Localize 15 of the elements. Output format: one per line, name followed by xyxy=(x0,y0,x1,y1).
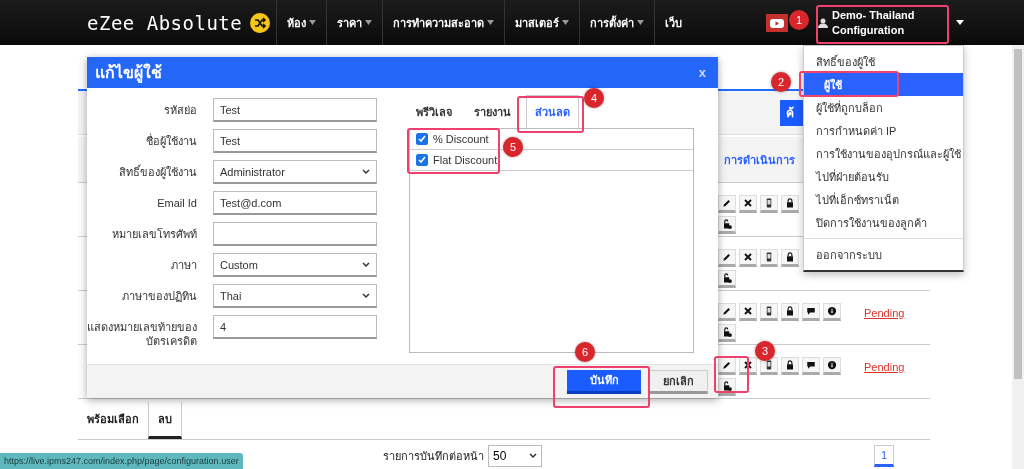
field-label: ภาษา xyxy=(170,258,197,272)
dialog-title: แก้ไขผู้ใช้ xyxy=(95,62,162,85)
field-label: ชื่อผู้ใช้งาน xyxy=(145,132,197,148)
field-label: ภาษาของปฏิทิน xyxy=(121,289,197,303)
checkbox-label: % Discount xyxy=(433,133,489,145)
checkbox-label: Flat Discount xyxy=(433,154,498,166)
field-label: แสดงหมายเลขท้ายของบัตรเครดิต xyxy=(87,320,197,348)
field-label: Email Id xyxy=(156,196,197,210)
per-page-label: รายการบันทึกต่อหน้า xyxy=(383,449,484,464)
field-label: หมายเลขโทรศัพท์ xyxy=(111,227,197,241)
field-label: รหัสย่อ xyxy=(163,103,197,117)
step-number-badge: 2 xyxy=(771,72,791,92)
field-label: สิทธิ์ของผู้ใช้งาน xyxy=(118,163,197,179)
link-url-tooltip: https://live.ipms247.com/index.php/page/configuration.user xyxy=(0,453,243,469)
step-number-badge: 3 xyxy=(755,341,775,361)
